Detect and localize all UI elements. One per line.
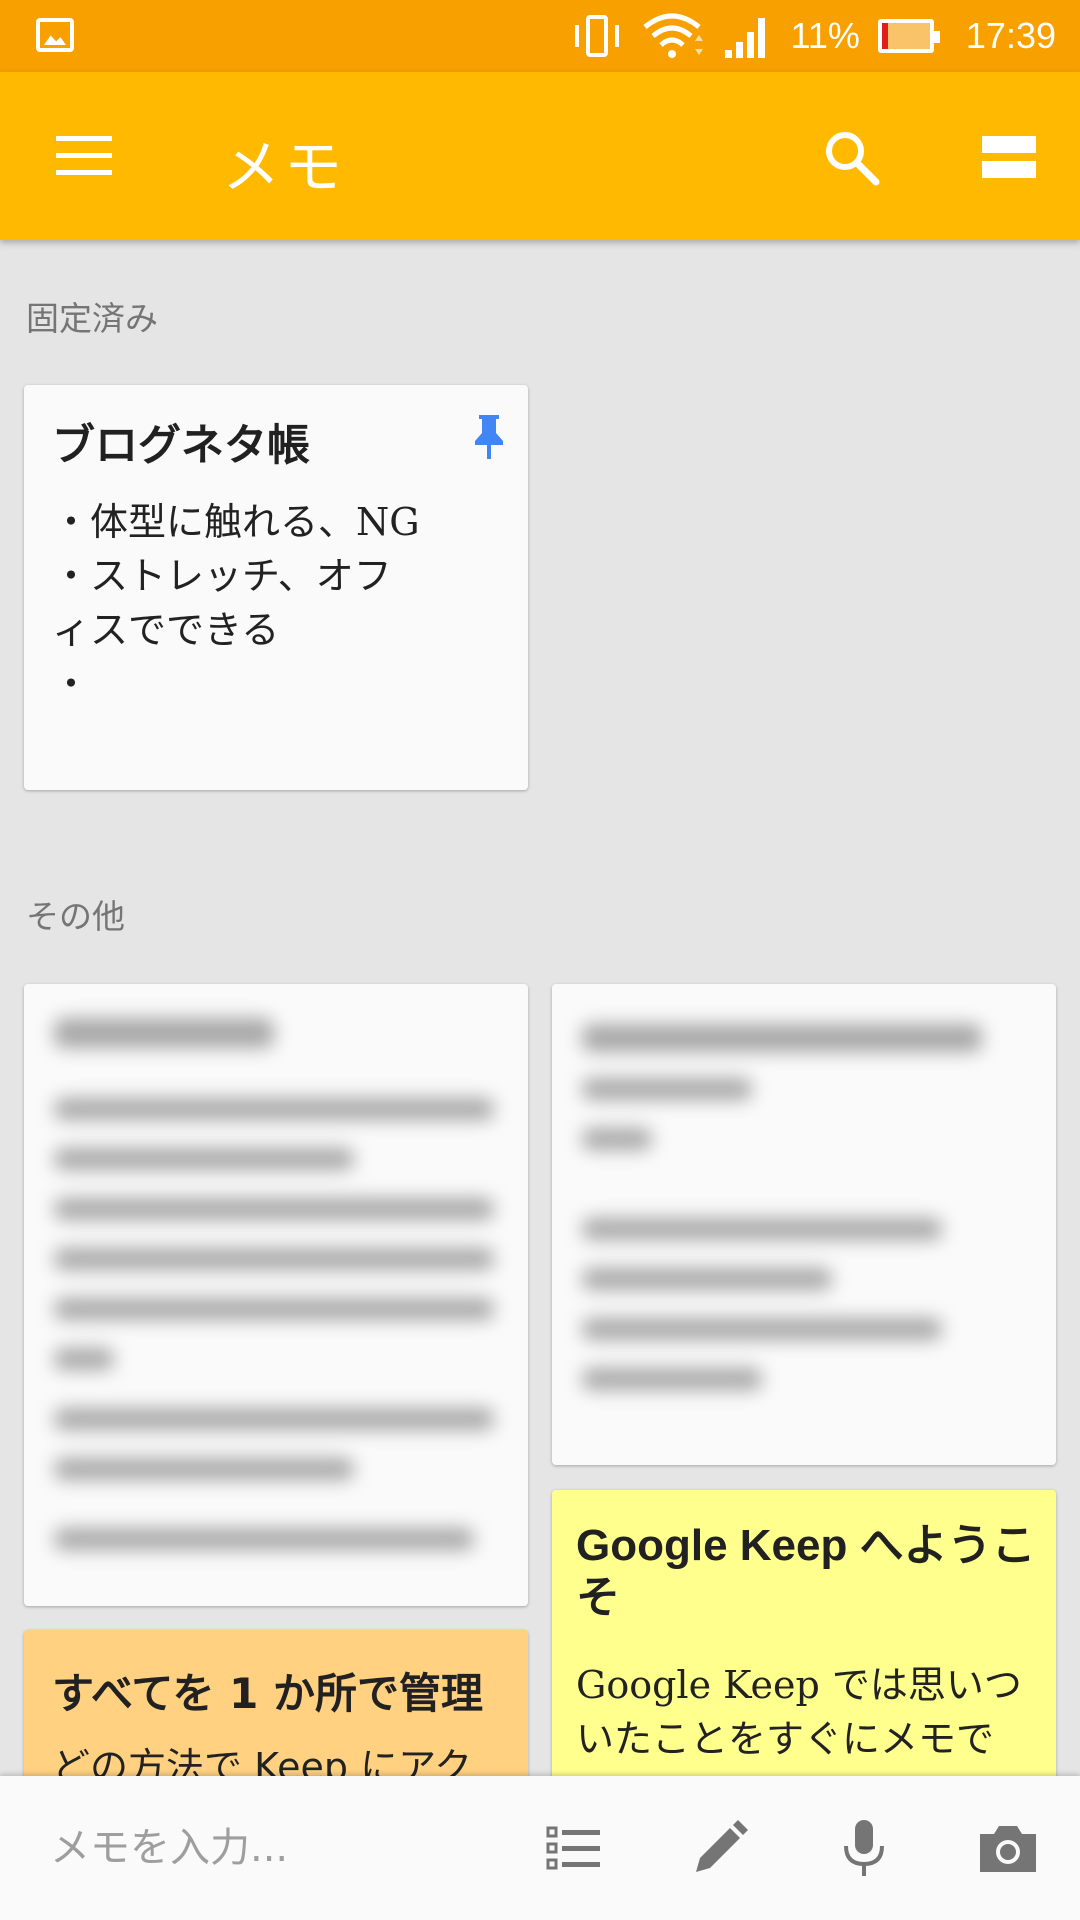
menu-icon[interactable] [56,136,112,176]
note-card-blurred[interactable] [24,984,528,1606]
pen-icon[interactable] [688,1816,752,1880]
blurred-content [38,998,514,1592]
status-bar: 11% 17:39 [0,0,1080,72]
note-body: ・体型に触れる、NG ・ストレッチ、オフ ィスでできる ・ [52,500,420,706]
battery-percent: 11% [790,15,860,56]
camera-icon[interactable] [976,1816,1040,1880]
bottom-bar [0,1776,1080,1920]
clock: 17:39 [965,15,1056,56]
note-card-blurred[interactable] [552,984,1056,1465]
gallery-icon [36,18,74,52]
blurred-content [566,998,1042,1451]
pinned-section-label: 固定済み [26,299,158,338]
battery-icon [877,19,940,53]
mic-icon[interactable] [832,1816,896,1880]
note-card-orange[interactable]: すべてを 1 か所で管理 どの方法で Keep にアク [24,1630,528,1790]
search-icon[interactable] [822,128,882,188]
view-toggle-icon[interactable] [982,136,1036,178]
note-title: Google Keep へようこそ [576,1521,1036,1622]
memo-input[interactable] [50,1820,480,1876]
note-title: ブログネタ帳 [52,421,310,471]
app-bar: メモ [0,72,1080,240]
wifi-icon [642,13,703,58]
page-title: メモ [222,133,347,201]
pinned-note-card[interactable]: ブログネタ帳 ・体型に触れる、NG ・ストレッチ、オフ ィスでできる ・ [24,385,528,790]
note-card-yellow[interactable]: Google Keep へようこそ Google Keep では思いついたことを… [552,1490,1056,1790]
note-body: Google Keep では思いついたことをすぐにメモで [576,1663,1022,1761]
vibrate-icon [571,13,623,59]
signal-icon [724,18,765,58]
others-section-label: その他 [26,897,125,936]
pin-icon[interactable] [472,413,506,461]
list-icon[interactable] [542,1816,606,1880]
note-title: すべてを 1 か所で管理 [52,1669,484,1718]
